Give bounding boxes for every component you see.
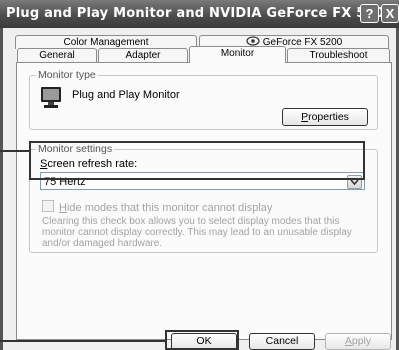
tab-label: Monitor	[220, 48, 255, 59]
tab-color-management[interactable]: Color Management	[15, 35, 197, 49]
window-title: Plug and Play Monitor and NVIDIA GeForce…	[6, 6, 399, 21]
tab-label: Troubleshoot	[309, 50, 368, 61]
monitor-tab-panel: Monitor type Plug and Play Monitor Prope…	[16, 62, 392, 340]
apply-label: pply	[351, 335, 372, 347]
monitor-name: Plug and Play Monitor	[72, 89, 180, 101]
tab-monitor[interactable]: Monitor	[189, 46, 286, 63]
display-properties-dialog: Color Management GeForce FX 5200 General…	[0, 28, 399, 350]
monitor-type-group: Monitor type Plug and Play Monitor Prope…	[29, 69, 378, 130]
refresh-rate-callout-box	[29, 141, 365, 180]
monitor-type-legend: Monitor type	[36, 69, 98, 81]
ok-callout-line	[0, 340, 166, 342]
hide-modes-label: ide modes that this monitor cannot displ…	[66, 202, 273, 214]
apply-button[interactable]: Apply	[325, 333, 391, 350]
cancel-button[interactable]: Cancel	[249, 333, 315, 350]
tab-adapter[interactable]: Adapter	[98, 48, 188, 62]
hide-modes-hotkey: H	[59, 202, 67, 214]
properties-button[interactable]: Properties	[282, 108, 368, 126]
properties-label: roperties	[308, 111, 349, 123]
tab-label: Color Management	[63, 37, 149, 48]
nvidia-icon	[246, 36, 260, 46]
tab-label: General	[39, 50, 75, 61]
tab-general[interactable]: General	[17, 48, 97, 62]
title-bar[interactable]: Plug and Play Monitor and NVIDIA GeForce…	[0, 0, 399, 28]
close-icon: X	[385, 6, 395, 21]
help-button[interactable]: ?	[360, 4, 379, 23]
help-icon: ?	[365, 6, 374, 21]
hide-modes-row[interactable]: Hide modes that this monitor cannot disp…	[42, 200, 272, 214]
refresh-rate-callout-line	[0, 150, 30, 152]
tab-troubleshoot[interactable]: Troubleshoot	[287, 48, 390, 62]
hide-modes-checkbox[interactable]	[42, 200, 54, 212]
apply-hotkey: A	[344, 335, 352, 347]
cancel-label: Cancel	[265, 335, 299, 347]
ok-callout-box	[165, 330, 239, 350]
hide-modes-description: Clearing this check box allows you to se…	[42, 216, 352, 249]
monitor-icon	[41, 87, 61, 108]
tab-label: Adapter	[125, 50, 161, 61]
close-button[interactable]: X	[381, 4, 399, 23]
